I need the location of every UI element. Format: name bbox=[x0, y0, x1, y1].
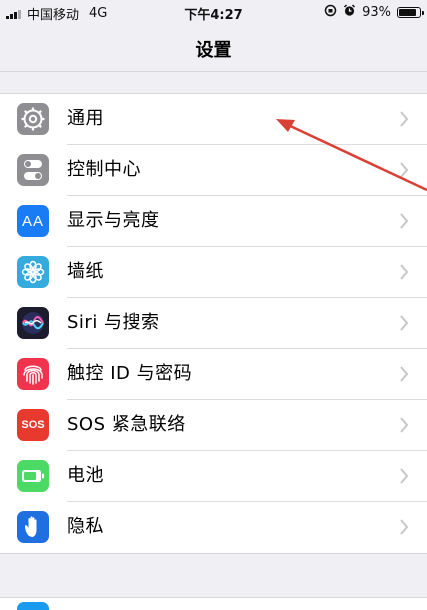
siri-icon bbox=[17, 307, 49, 339]
battery-icon bbox=[17, 460, 49, 492]
settings-item-label: 触控 ID 与密码 bbox=[67, 363, 193, 384]
chevron-right-icon bbox=[400, 468, 409, 484]
settings-item-privacy[interactable]: 隐私 bbox=[0, 502, 427, 553]
status-right: 93% bbox=[324, 4, 424, 21]
settings-item-label: Siri 与搜索 bbox=[67, 312, 160, 333]
flower-icon bbox=[17, 256, 49, 288]
chevron-right-icon bbox=[400, 111, 409, 127]
settings-item-wallpaper[interactable]: 墙纸 bbox=[0, 247, 427, 298]
settings-item-siri-search[interactable]: Siri 与搜索 bbox=[0, 298, 427, 349]
settings-item-display-brightness[interactable]: AA 显示与亮度 bbox=[0, 196, 427, 247]
alarm-icon bbox=[343, 4, 356, 21]
settings-item-general[interactable]: 通用 bbox=[0, 94, 427, 145]
chevron-right-icon bbox=[400, 213, 409, 229]
nav-divider bbox=[0, 71, 427, 72]
chevron-right-icon bbox=[400, 264, 409, 280]
settings-item-label: 显示与亮度 bbox=[67, 210, 160, 231]
orientation-lock-icon bbox=[324, 4, 337, 21]
chevron-right-icon bbox=[400, 417, 409, 433]
fingerprint-icon bbox=[17, 358, 49, 390]
status-bar: 中国移动 4G 下午4:27 93% bbox=[0, 0, 427, 26]
settings-list: 通用 控制中心 AA 显示与亮度 墙纸 Siri 与搜索 触控 ID 与密码 S… bbox=[0, 93, 427, 554]
text-size-icon: AA bbox=[17, 205, 49, 237]
page-title: 设置 bbox=[195, 40, 232, 61]
settings-item-battery[interactable]: 电池 bbox=[0, 451, 427, 502]
sos-icon: SOS bbox=[17, 409, 49, 441]
settings-item-label: 电池 bbox=[67, 465, 104, 486]
settings-item-emergency-sos[interactable]: SOS SOS 紧急联络 bbox=[0, 400, 427, 451]
next-settings-group bbox=[0, 597, 427, 610]
settings-item-control-center[interactable]: 控制中心 bbox=[0, 145, 427, 196]
chevron-right-icon bbox=[400, 519, 409, 535]
settings-item-touch-id-passcode[interactable]: 触控 ID 与密码 bbox=[0, 349, 427, 400]
chevron-right-icon bbox=[400, 315, 409, 331]
battery-percent: 93% bbox=[362, 5, 391, 20]
settings-item-label: 控制中心 bbox=[67, 159, 141, 180]
gear-icon bbox=[17, 103, 49, 135]
app-icon bbox=[17, 602, 49, 610]
battery-icon bbox=[397, 7, 424, 18]
settings-item-label: 通用 bbox=[67, 108, 104, 129]
icon-glyph: SOS bbox=[21, 419, 45, 431]
settings-item-label: SOS 紧急联络 bbox=[67, 414, 186, 435]
toggles-icon bbox=[17, 154, 49, 186]
chevron-right-icon bbox=[400, 366, 409, 382]
icon-glyph: AA bbox=[21, 212, 44, 230]
chevron-right-icon bbox=[400, 162, 409, 178]
hand-icon bbox=[17, 511, 49, 543]
settings-item-label: 墙纸 bbox=[67, 261, 104, 282]
settings-item-label: 隐私 bbox=[67, 516, 104, 537]
